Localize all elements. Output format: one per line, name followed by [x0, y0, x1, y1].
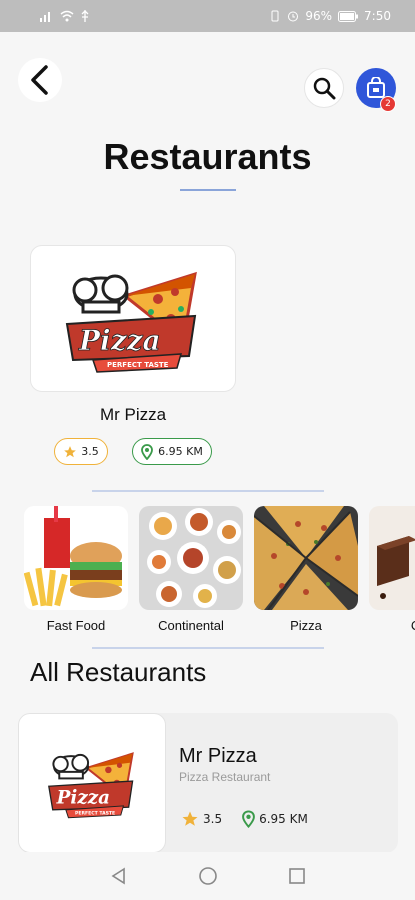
cart-count-badge: 2 [380, 96, 396, 112]
restaurant-distance: 6.95 KM [259, 812, 308, 826]
signal-icon [40, 12, 50, 22]
divider [92, 490, 324, 492]
back-arrow-icon [31, 65, 48, 95]
star-icon [182, 811, 198, 826]
category-fast-food[interactable]: Fast Food [24, 506, 128, 633]
status-right: 96% 7:50 [269, 9, 391, 23]
logo-word: Pizza [78, 324, 161, 357]
logo-tagline: PERFECT TASTE [107, 361, 169, 369]
location-pin-icon [242, 810, 255, 828]
location-pin-icon [141, 443, 154, 460]
battery-percent: 96% [305, 9, 333, 23]
featured-distance-value: 6.95 KM [158, 445, 203, 458]
logo-word: Pizza [56, 787, 110, 808]
featured-distance-chip: 6.95 KM [132, 438, 212, 465]
restaurant-name: Mr Pizza [179, 745, 257, 767]
category-pizza[interactable]: Pizza [254, 506, 358, 633]
category-label: Continental [158, 618, 224, 633]
category-cafe[interactable]: Caf [369, 506, 415, 633]
title-underline [180, 189, 236, 191]
category-label: Caf [369, 618, 415, 633]
category-scroller[interactable]: Fast Food Continental Pizza [0, 506, 415, 636]
category-label: Fast Food [46, 618, 106, 633]
status-time: 7:50 [364, 9, 391, 23]
nav-home-icon[interactable] [198, 866, 218, 886]
alarm-icon [288, 11, 299, 22]
fast-food-image [24, 506, 128, 610]
featured-rating-value: 3.5 [81, 445, 99, 458]
restaurant-logo: Pizza PERFECT TASTE [18, 713, 166, 853]
featured-restaurant-name: Mr Pizza [99, 405, 167, 424]
battery-icon [338, 10, 359, 22]
shopping-bag-icon [367, 77, 385, 98]
restaurant-rating: 3.5 [203, 812, 223, 826]
search-button[interactable] [304, 68, 344, 108]
system-nav-bar [0, 852, 415, 900]
usb-icon [81, 10, 89, 22]
page-title: Restaurants [103, 136, 312, 177]
nav-back-icon[interactable] [110, 867, 128, 885]
vibrate-icon [271, 10, 279, 22]
category-label: Pizza [290, 618, 322, 633]
wifi-icon [60, 10, 74, 22]
cafe-image [369, 506, 415, 610]
back-button[interactable] [18, 58, 62, 102]
section-title: All Restaurants [30, 657, 207, 687]
status-bar: 96% 7:50 [0, 0, 415, 32]
category-continental[interactable]: Continental [139, 506, 243, 633]
search-icon [313, 77, 336, 100]
star-icon [64, 445, 77, 457]
divider [92, 647, 324, 649]
featured-restaurant-card[interactable]: Pizza PERFECT TASTE [30, 245, 236, 392]
nav-recents-icon[interactable] [288, 867, 306, 885]
pizza-logo-image: Pizza PERFECT TASTE [65, 271, 197, 373]
pizza-logo-image: Pizza PERFECT TASTE [48, 752, 134, 819]
restaurant-list-item[interactable]: Pizza PERFECT TASTE Mr Pizza Pizza Resta… [18, 713, 398, 853]
status-left [40, 10, 90, 22]
featured-rating-chip: 3.5 [54, 438, 108, 465]
restaurant-meta: 3.5 6.95 KM [181, 810, 308, 828]
pizza-image [254, 506, 358, 610]
restaurant-type: Pizza Restaurant [179, 770, 271, 784]
logo-tagline: PERFECT TASTE [75, 810, 115, 816]
continental-image [139, 506, 243, 610]
